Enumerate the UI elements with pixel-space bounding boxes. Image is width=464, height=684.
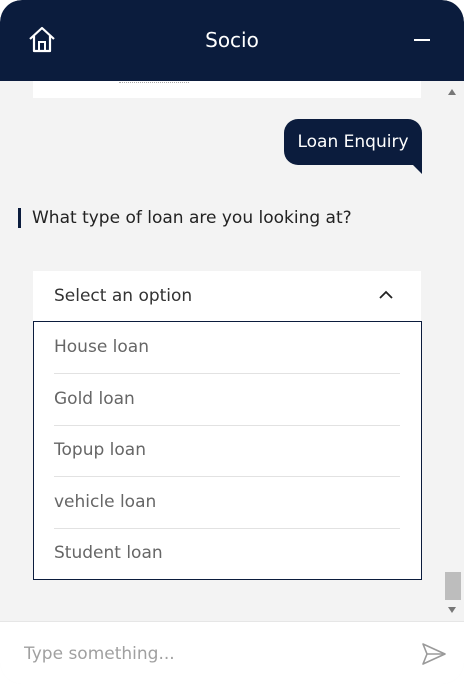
- select-dropdown: House loan Gold loan Topup loan vehicle …: [33, 321, 422, 580]
- chat-widget: Socio Loan Enquiry What type of loan are…: [0, 0, 464, 684]
- option-student-loan[interactable]: Student loan: [54, 528, 400, 579]
- chat-header: Socio: [0, 0, 464, 81]
- select-placeholder: Select an option: [54, 286, 193, 306]
- user-message-bubble: Loan Enquiry: [284, 119, 422, 174]
- option-topup-loan[interactable]: Topup loan: [54, 425, 400, 477]
- scroll-up-arrow[interactable]: [448, 89, 456, 95]
- scroll-down-arrow[interactable]: [448, 607, 456, 613]
- minimize-button[interactable]: [408, 26, 436, 54]
- scrollbar-thumb[interactable]: [445, 572, 461, 600]
- minimize-icon: [414, 39, 430, 41]
- message-input[interactable]: [22, 640, 396, 668]
- bot-question: What type of loan are you looking at?: [18, 207, 418, 231]
- chat-area: Loan Enquiry What type of loan are you l…: [0, 81, 442, 621]
- scrollbar-track[interactable]: [442, 81, 464, 621]
- composer: [0, 621, 464, 684]
- option-gold-loan[interactable]: Gold loan: [54, 374, 400, 426]
- previous-message-card: [33, 81, 421, 98]
- user-message-text: Loan Enquiry: [297, 132, 409, 152]
- send-button[interactable]: [420, 640, 448, 668]
- send-icon: [422, 643, 446, 665]
- loan-type-select[interactable]: Select an option: [33, 271, 421, 322]
- chevron-up-icon: [379, 290, 393, 299]
- bot-question-text: What type of loan are you looking at?: [32, 208, 352, 228]
- option-house-loan[interactable]: House loan: [54, 322, 400, 374]
- header-title: Socio: [205, 28, 259, 52]
- option-vehicle-loan[interactable]: vehicle loan: [54, 477, 400, 529]
